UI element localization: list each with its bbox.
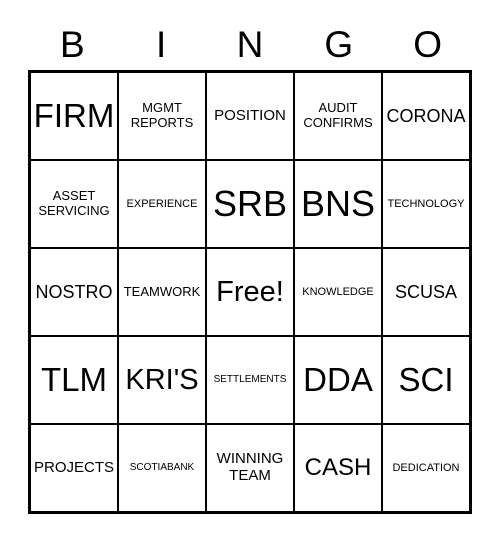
bingo-header-letter-i: I [156,23,167,65]
bingo-cell-label: SRB [212,182,288,224]
bingo-cell[interactable]: DEDICATION [383,425,469,511]
bingo-cell-label: TECHNOLOGY [387,197,465,210]
bingo-header-letter-g: G [324,23,354,65]
bingo-cell[interactable]: NOSTRO [31,249,117,335]
bingo-cell-label: TEAMWORK [123,283,201,299]
bingo-cell-free-space[interactable]: Free! [207,249,293,335]
bingo-header-row: B I N G O [28,18,472,70]
bingo-cell-label: POSITION [214,106,286,124]
bingo-cell[interactable]: ASSET SERVICING [31,161,117,247]
bingo-cell-label: PROJECTS [34,458,115,476]
bingo-header-letter-n: N [236,23,264,65]
bingo-cell-label: WINNING TEAM [216,450,284,484]
bingo-cell[interactable]: CORONA [383,73,469,159]
bingo-header-letter-b: B [60,23,85,65]
bingo-cell[interactable]: KNOWLEDGE [295,249,381,335]
bingo-cell[interactable]: EXPERIENCE [119,161,205,247]
bingo-cell[interactable]: SCOTIABANK [119,425,205,511]
bingo-cell-label: AUDIT CONFIRMS [303,100,373,130]
bingo-cell[interactable]: CASH [295,425,381,511]
bingo-cell-label: FIRM [33,96,115,134]
bingo-cell-label: SCI [398,360,454,398]
bingo-cell-label: NOSTRO [35,281,113,302]
bingo-cell[interactable]: KRI'S [119,337,205,423]
bingo-cell-label: EXPERIENCE [126,197,198,210]
bingo-cell[interactable]: DDA [295,337,381,423]
bingo-cell[interactable]: SRB [207,161,293,247]
bingo-cell-label: SCOTIABANK [129,462,195,474]
bingo-cell-label: DEDICATION [392,461,460,474]
bingo-cell-label: CASH [304,453,372,481]
bingo-cell-label: CORONA [386,105,466,126]
bingo-cell[interactable]: FIRM [31,73,117,159]
bingo-header-letter-o: O [413,23,442,65]
bingo-cell[interactable]: TECHNOLOGY [383,161,469,247]
bingo-cell-label: ASSET SERVICING [38,188,110,218]
bingo-cell[interactable]: TEAMWORK [119,249,205,335]
bingo-cell[interactable]: SCUSA [383,249,469,335]
bingo-cell-label: SETTLEMENTS [213,374,287,386]
bingo-card: B I N G O FIRM MGMT REPORTS POSITION AUDIT … [0,0,501,544]
bingo-cell-label: Free! [216,275,284,308]
bingo-cell[interactable]: SETTLEMENTS [207,337,293,423]
bingo-cell[interactable]: MGMT REPORTS [119,73,205,159]
bingo-cell-label: DDA [303,360,373,398]
bingo-cell-label: SCUSA [394,281,457,302]
bingo-cell[interactable]: TLM [31,337,117,423]
bingo-cell-label: MGMT REPORTS [130,100,194,130]
bingo-grid: FIRM MGMT REPORTS POSITION AUDIT CONFIRMS CO… [28,70,472,514]
bingo-cell[interactable]: SCI [383,337,469,423]
bingo-cell-label: KRI'S [125,363,199,396]
bingo-cell-label: TLM [41,360,107,398]
bingo-cell[interactable]: BNS [295,161,381,247]
bingo-cell[interactable]: WINNING TEAM [207,425,293,511]
bingo-cell-label: KNOWLEDGE [302,285,374,298]
bingo-cell-label: BNS [300,182,376,224]
bingo-cell[interactable]: AUDIT CONFIRMS [295,73,381,159]
bingo-cell[interactable]: POSITION [207,73,293,159]
bingo-cell[interactable]: PROJECTS [31,425,117,511]
